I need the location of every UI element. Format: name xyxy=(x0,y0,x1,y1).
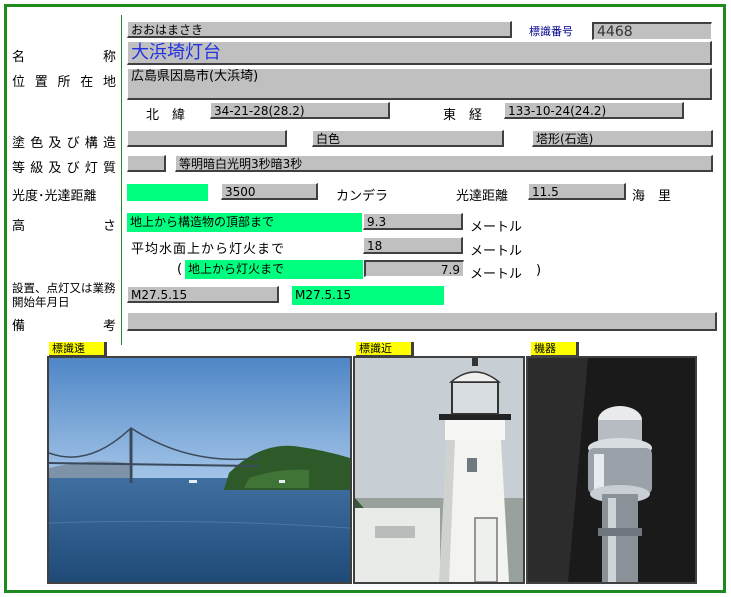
height-label: 高さ xyxy=(12,219,116,234)
intensity-code-field[interactable] xyxy=(127,184,208,201)
paint-color-field[interactable]: 白色 xyxy=(312,130,504,147)
paint-structure-label: 塗色及び構造 xyxy=(12,136,116,151)
remarks-label: 備考 xyxy=(12,319,116,334)
height1-unit: メートル xyxy=(470,220,523,235)
height1-label: 地上から構造物の頂部まで xyxy=(127,213,362,232)
longitude-field[interactable]: 133-10-24(24.2) xyxy=(504,102,684,119)
candela-unit: カンデラ xyxy=(336,189,389,204)
established-field-2[interactable]: M27.5.15 xyxy=(292,286,444,305)
name-label: 名称 xyxy=(12,50,116,65)
id-field[interactable]: 4468 xyxy=(592,22,712,40)
latitude-label: 北 緯 xyxy=(146,108,186,123)
name-field[interactable]: 大浜埼灯台 xyxy=(127,41,712,65)
label-divider xyxy=(121,15,122,345)
height2-field[interactable]: 18 xyxy=(363,237,463,254)
id-label: 標識番号 xyxy=(529,25,573,38)
class-code-field[interactable] xyxy=(127,155,166,172)
range-unit: 海 里 xyxy=(632,189,672,204)
established-field-1[interactable]: M27.5.15 xyxy=(127,286,279,303)
photo-equipment-image[interactable] xyxy=(526,356,697,584)
photo-far-image[interactable] xyxy=(47,356,352,584)
height2-label: 平均水面上から灯火まで xyxy=(131,242,286,257)
reading-field[interactable]: おおはまさき xyxy=(127,21,512,38)
photo-far-label: 標識遠 xyxy=(49,342,107,356)
photo-near-image[interactable] xyxy=(353,356,525,584)
photo-equipment-label: 機器 xyxy=(531,342,579,356)
class-label: 等級及び灯質 xyxy=(12,161,116,176)
paint-code-field[interactable] xyxy=(127,130,287,147)
intensity-field[interactable]: 3500 xyxy=(221,183,318,200)
height1-field[interactable]: 9.3 xyxy=(363,213,463,230)
range-field[interactable]: 11.5 xyxy=(528,183,626,200)
range-label: 光達距離 xyxy=(456,189,509,204)
established-label: 設置、点灯又は業務開始年月日 xyxy=(12,281,116,309)
longitude-label: 東 経 xyxy=(443,108,483,123)
height3-close-paren: ) xyxy=(536,263,542,278)
height3-label: 地上から灯火まで xyxy=(185,260,363,279)
height3-open-paren: ( xyxy=(177,262,183,277)
light-character-field[interactable]: 等明暗白光明3秒暗3秒 xyxy=(175,155,713,172)
structure-field[interactable]: 塔形(石造) xyxy=(532,130,713,147)
height3-field[interactable]: 7.9 xyxy=(364,260,464,277)
photo-near-label: 標識近 xyxy=(356,342,414,356)
location-label: 位置所在地 xyxy=(12,75,116,90)
intensity-label: 光度･光達距離 xyxy=(12,189,97,204)
height3-unit: メートル xyxy=(470,267,523,282)
height2-unit: メートル xyxy=(470,244,523,259)
remarks-field[interactable] xyxy=(127,312,717,331)
location-field[interactable]: 広島県因島市(大浜埼) xyxy=(127,68,712,100)
latitude-field[interactable]: 34-21-28(28.2) xyxy=(210,102,390,119)
